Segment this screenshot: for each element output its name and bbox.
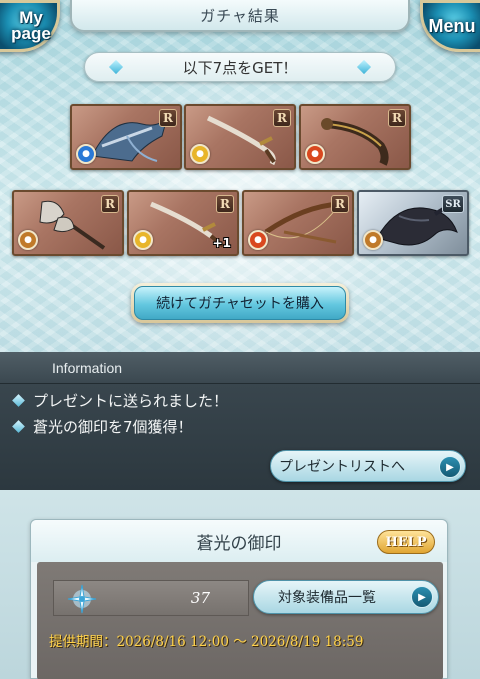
info-message-text: プレゼントに送られました！ [33, 391, 229, 410]
rarity-badge: R [101, 195, 119, 213]
fire-element-icon: ● [248, 230, 268, 250]
diamond-icon [108, 59, 124, 75]
rarity-badge: R [159, 109, 177, 127]
result-banner: 以下7点をGET！ [84, 52, 396, 82]
info-message: 蒼光の御印を7個獲得！ [12, 414, 193, 438]
target-equipment-button[interactable]: 対象装備品一覧 ▶ [253, 580, 439, 614]
info-message-text: 蒼光の御印を7個獲得！ [33, 417, 193, 436]
target-equipment-label: 対象装備品一覧 [278, 590, 376, 606]
arrow-right-icon: ▶ [411, 586, 433, 608]
rarity-badge: R [331, 195, 349, 213]
menu-label: Menu [428, 15, 476, 36]
item-card-5[interactable]: R ● +1 [127, 190, 239, 256]
help-label: HELP [385, 534, 427, 550]
light-element-icon: ● [133, 230, 153, 250]
item-card-1[interactable]: R ● [70, 104, 182, 170]
present-list-label: プレゼントリストへ [279, 459, 405, 475]
rarity-badge: SR [442, 195, 464, 213]
seal-title-bar: 蒼光の御印 HELP [31, 520, 447, 562]
header-bar: ガチャ結果 [70, 0, 410, 32]
information-heading: Information [0, 352, 480, 384]
seal-count-box: 37 [53, 580, 249, 616]
arrow-right-icon: ▶ [439, 456, 461, 478]
offer-period: 提供期間：2026/8/16 12:00 〜 2026/8/19 18:59 [49, 634, 364, 650]
plus-bonus: +1 [212, 236, 231, 250]
present-list-button[interactable]: プレゼントリストへ ▶ [270, 450, 466, 482]
help-button[interactable]: HELP [377, 530, 435, 554]
rarity-badge: R [388, 109, 406, 127]
item-card-4[interactable]: R ● [12, 190, 124, 256]
seal-star-icon [67, 584, 97, 614]
item-card-7[interactable]: SR ● [357, 190, 469, 256]
diamond-bullet-icon [12, 419, 25, 433]
rarity-badge: R [273, 109, 291, 127]
diamond-bullet-icon [12, 393, 25, 407]
item-card-2[interactable]: R ● [184, 104, 296, 170]
item-card-3[interactable]: R ● [299, 104, 411, 170]
seal-panel: 蒼光の御印 HELP 37 対象装備品一覧 ▶ 提供期間：2026/8/16 1… [30, 519, 448, 679]
seal-count: 37 [190, 589, 210, 607]
page-title: ガチャ結果 [200, 6, 280, 25]
rarity-badge: R [216, 195, 234, 213]
earth-element-icon: ● [363, 230, 383, 250]
continue-gacha-label: 続けてガチャセットを購入 [156, 296, 324, 312]
light-element-icon: ● [190, 144, 210, 164]
continue-gacha-button[interactable]: 続けてガチャセットを購入 [131, 283, 349, 323]
info-message: プレゼントに送られました！ [12, 388, 229, 412]
result-banner-text: 以下7点をGET！ [182, 58, 298, 77]
mypage-label-line2: page [11, 24, 51, 43]
seal-title: 蒼光の御印 [196, 533, 282, 554]
earth-element-icon: ● [18, 230, 38, 250]
seal-body: 37 対象装備品一覧 ▶ 提供期間：2026/8/16 12:00 〜 2026… [37, 562, 443, 679]
item-card-6[interactable]: R ● [242, 190, 354, 256]
water-element-icon: ● [76, 144, 96, 164]
fire-element-icon: ● [305, 144, 325, 164]
diamond-icon [356, 59, 372, 75]
